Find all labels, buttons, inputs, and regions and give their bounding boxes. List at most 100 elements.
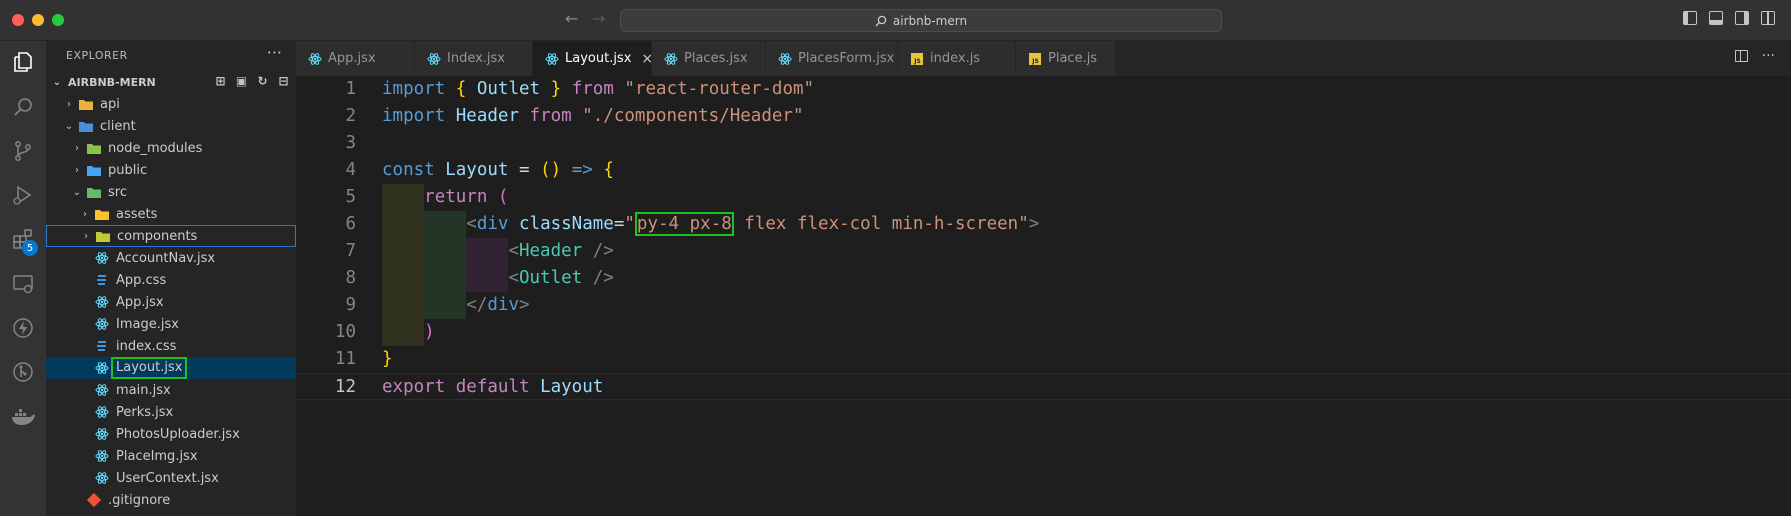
code-line[interactable]: 2 import Header from "./components/Header… [296, 103, 1791, 130]
folder-icon [94, 207, 110, 221]
tree-folder[interactable]: › public [46, 159, 296, 181]
chevron-right-icon: › [83, 208, 87, 220]
tree-folder[interactable]: › assets [46, 203, 296, 225]
tree-folder[interactable]: › components [46, 225, 296, 247]
react-icon [94, 471, 110, 485]
react-icon [94, 405, 110, 419]
command-center-search[interactable]: airbnb-mern [620, 9, 1222, 32]
customize-layout-icon[interactable] [1761, 11, 1775, 25]
explorer-title: EXPLORER [66, 49, 128, 62]
source-control-icon[interactable] [8, 136, 38, 166]
tab-placesform-jsx[interactable]: PlacesForm.jsx [766, 41, 898, 76]
tab-places-jsx[interactable]: Places.jsx [652, 41, 766, 76]
minimize-window-button[interactable] [32, 14, 44, 26]
refresh-icon[interactable]: ↻ [256, 75, 269, 88]
code-line[interactable]: 7 <Header /> [296, 238, 1791, 265]
code-line[interactable]: 12 export default Layout [296, 373, 1791, 400]
tree-folder[interactable]: › api [46, 93, 296, 115]
toggle-primary-sidebar-icon[interactable] [1683, 11, 1697, 25]
tab-index-js[interactable]: JS index.js [898, 41, 1016, 76]
tree-file[interactable]: App.css [46, 269, 296, 291]
code-token: = [519, 160, 530, 180]
file-tree: › api ⌄ client › node_modules › public ⌄ src › asse… [46, 93, 296, 511]
tab-layout-jsx[interactable]: Layout.jsx × [533, 41, 653, 76]
split-editor-icon[interactable] [1734, 50, 1748, 62]
code-line[interactable]: 8 <Outlet /> [296, 265, 1791, 292]
collapse-all-icon[interactable]: ⊟ [277, 75, 290, 88]
tree-folder[interactable]: ⌄ src [46, 181, 296, 203]
tree-folder[interactable]: › node_modules [46, 137, 296, 159]
code-token: < [508, 268, 519, 288]
close-window-button[interactable] [12, 14, 24, 26]
tree-folder[interactable]: ⌄ client [46, 115, 296, 137]
code-line[interactable]: 11} [296, 346, 1791, 373]
back-arrow-icon[interactable]: ← [565, 9, 578, 28]
code-line[interactable]: 4 const Layout = () => { [296, 157, 1791, 184]
line-number: 2 [345, 106, 356, 126]
tree-file[interactable]: UserContext.jsx [46, 467, 296, 489]
code-line[interactable]: 6 <div className=" py-4 px-8 flex flex-co… [296, 211, 1791, 238]
extensions-icon[interactable]: 5 [8, 224, 38, 256]
search-icon[interactable] [8, 92, 38, 122]
code-text: <Outlet /> [382, 265, 613, 292]
tree-file[interactable]: PhotosUploader.jsx [46, 423, 296, 445]
tree-item-label: UserContext.jsx [116, 470, 219, 486]
code-line[interactable]: 3 [296, 130, 1791, 157]
tree-file[interactable]: AccountNav.jsx [46, 247, 296, 269]
code-token: Outlet [518, 268, 583, 288]
tree-file[interactable]: main.jsx [46, 379, 296, 401]
code-token: from [571, 79, 614, 99]
toggle-panel-icon[interactable] [1709, 11, 1723, 25]
git-graph-icon[interactable] [8, 357, 38, 387]
css-icon [94, 273, 110, 287]
new-folder-icon[interactable]: ▣ [235, 75, 248, 88]
code-line[interactable]: 10 ) [296, 319, 1791, 346]
line-number: 9 [345, 295, 356, 315]
toggle-secondary-sidebar-icon[interactable] [1735, 11, 1749, 25]
more-actions-icon[interactable]: ··· [267, 43, 282, 62]
run-debug-icon[interactable] [8, 180, 38, 210]
files-icon[interactable] [8, 47, 38, 77]
js-icon: JS [910, 52, 924, 66]
tree-file[interactable]: Perks.jsx [46, 401, 296, 423]
docker-icon[interactable] [8, 402, 38, 432]
extensions-badge: 5 [22, 240, 38, 256]
svg-text:JS: JS [1031, 58, 1039, 65]
code-line[interactable]: 1 import { Outlet } from "react-router-do… [296, 76, 1791, 103]
tab-app-jsx[interactable]: App.jsx [296, 41, 415, 76]
lightning-icon[interactable] [8, 313, 38, 343]
tab-place-js[interactable]: JS Place.js [1016, 41, 1116, 76]
tree-item-label: App.css [116, 272, 167, 288]
tree-file[interactable]: index.css [46, 335, 296, 357]
search-icon [875, 15, 887, 26]
code-editor[interactable]: 1 import { Outlet } from "react-router-do… [296, 76, 1791, 516]
forward-arrow-icon[interactable]: → [592, 9, 605, 28]
tree-file[interactable]: .gitignore [46, 489, 296, 511]
command-center-text: airbnb-mern [892, 13, 968, 28]
more-editor-actions-icon[interactable]: ··· [1762, 49, 1775, 63]
tree-item-label: App.jsx [116, 294, 164, 310]
tree-file[interactable]: Layout.jsx [46, 357, 296, 379]
code-line[interactable]: 9 </div> [296, 292, 1791, 319]
tab-index-jsx[interactable]: Index.jsx [415, 41, 533, 76]
line-number: 11 [334, 349, 356, 369]
maximize-window-button[interactable] [52, 14, 64, 26]
tree-item-label: PlaceImg.jsx [116, 448, 198, 464]
tree-file[interactable]: App.jsx [46, 291, 296, 313]
tree-file[interactable]: PlaceImg.jsx [46, 445, 296, 467]
code-token: flex flex-col min-h-screen" [733, 214, 1029, 234]
project-header[interactable]: ⌄ AIRBNB-MERN ⊞ ▣ ↻ ⊟ [46, 71, 296, 93]
code-line[interactable]: 5 return ( [296, 184, 1791, 211]
tree-file[interactable]: Image.jsx [46, 313, 296, 335]
new-file-icon[interactable]: ⊞ [214, 75, 227, 88]
remote-explorer-icon[interactable] [8, 269, 38, 299]
